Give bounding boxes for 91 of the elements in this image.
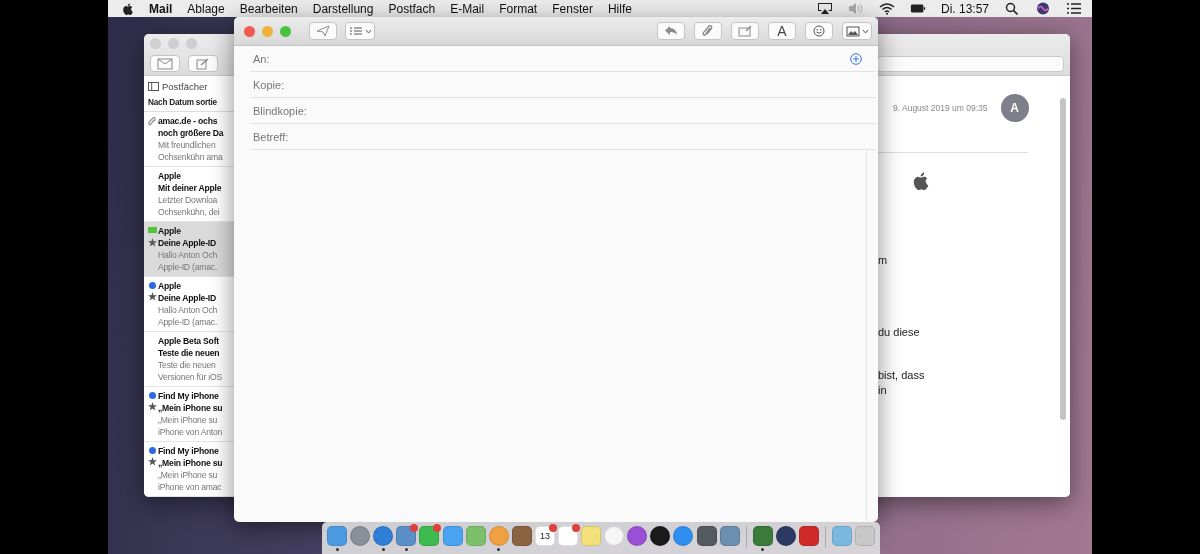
menu-item[interactable]: Ablage (187, 1, 225, 16)
sender-name: Apple (158, 225, 182, 237)
caret-icon (861, 28, 869, 34)
preview-line: Teste die neuen (158, 359, 217, 371)
subject-line: Teste die neuen (158, 347, 221, 359)
markup-button[interactable] (731, 22, 759, 40)
preview-line: „Mein iPhone su (158, 414, 219, 426)
preview-line: Apple-ID (amac. (158, 261, 218, 273)
compose-button[interactable] (188, 55, 218, 72)
menu-item[interactable]: Postfach (388, 1, 436, 16)
preview-line: iPhone von amac (158, 481, 223, 493)
mailboxes-button[interactable]: Postfächer (148, 80, 234, 93)
zoom-button[interactable] (280, 25, 291, 37)
list-icon (348, 25, 363, 37)
get-mail-button[interactable] (150, 55, 180, 72)
preview-line: iPhone von Anton (158, 426, 223, 438)
list-icon[interactable] (1066, 2, 1082, 15)
menu-item[interactable]: E-Mail (450, 1, 485, 16)
field-label: Kopie: (252, 78, 285, 91)
sender-avatar: A (1000, 94, 1029, 122)
app-icon[interactable] (775, 526, 796, 546)
clock[interactable]: Di. 13:57 (940, 1, 989, 16)
sender-name: Find My iPhone (158, 390, 220, 402)
pencil-square-icon (195, 57, 211, 70)
minimize-button[interactable] (262, 25, 273, 37)
preview-line: „Mein iPhone su (158, 469, 219, 481)
sidebar-icon (148, 82, 159, 91)
paper-plane-icon (316, 25, 330, 37)
emoji-button[interactable] (805, 22, 833, 40)
message-date: 9. August 2019 um 09:35 (893, 103, 988, 113)
airplay-icon[interactable] (816, 2, 833, 15)
field-label: An: (252, 52, 270, 65)
sender-name: Apple (158, 170, 182, 182)
send-button[interactable] (309, 22, 337, 40)
volume-icon[interactable] (847, 2, 864, 15)
preview-line: Ochsenkühn, dei (158, 206, 221, 218)
caret-icon (364, 28, 372, 34)
format-menu-button[interactable] (345, 22, 375, 40)
photo-icon (845, 25, 860, 37)
attach-button[interactable] (694, 22, 722, 40)
menu-item[interactable]: Hilfe (607, 1, 632, 16)
scrollbar[interactable] (1060, 98, 1066, 420)
app-icon[interactable] (696, 526, 717, 546)
apple-logo-icon (912, 171, 930, 191)
close-button[interactable] (244, 25, 255, 37)
app-icon[interactable] (650, 526, 671, 546)
subject-line: „Mein iPhone su (158, 402, 223, 414)
apple-logo-icon[interactable] (122, 1, 134, 16)
preview-line: Hallo Anton Och (158, 304, 218, 316)
fonts-button[interactable]: A (768, 22, 796, 40)
preview-line: Ochsenkühn ama (158, 151, 224, 163)
preview-line: Letzter Downloa (158, 194, 219, 206)
menu-item[interactable]: Mail (149, 1, 173, 16)
window-pencil-icon (738, 25, 752, 37)
battery-icon[interactable] (909, 2, 926, 15)
calendar-icon[interactable]: 13 (534, 526, 555, 546)
menu-item[interactable]: Fenster (552, 1, 593, 16)
preview-line: Hallo Anton Och (158, 249, 218, 261)
subject-line: noch größere Da (158, 127, 224, 139)
preview-line: Apple-ID (amac. (158, 316, 218, 328)
photo-browser-button[interactable] (842, 22, 872, 40)
menu-item[interactable]: Darstellung (312, 1, 374, 16)
reply-button[interactable] (657, 22, 685, 40)
search-icon[interactable] (1004, 2, 1020, 15)
subject-line: Deine Apple-ID (158, 292, 217, 304)
subject-line: Deine Apple-ID (158, 237, 217, 249)
sender-name: Find My iPhone (158, 445, 220, 457)
subject-line: Mit deiner Apple (158, 182, 222, 194)
preview-line: Versionen für iOS (158, 371, 222, 383)
message-text: bist, dass (878, 368, 926, 382)
envelope-icon (157, 57, 173, 70)
message-text: in (878, 383, 888, 397)
smiley-icon (812, 25, 826, 37)
preview-line: Mit freundlichen (158, 139, 217, 151)
message-text: m (878, 253, 889, 267)
sender-name: amac.de - ochs (158, 115, 219, 127)
field-label: Betreff: (252, 130, 289, 143)
sender-name: Apple Beta Soft (158, 335, 220, 347)
add-contact-icon[interactable] (850, 52, 862, 65)
menu-item[interactable]: Bearbeiten (239, 1, 298, 16)
siri-icon[interactable] (1035, 2, 1051, 15)
sender-name: Apple (158, 280, 182, 292)
menu-item[interactable]: Format (499, 1, 538, 16)
field-label: Blindkopie: (252, 104, 307, 117)
search-field[interactable] (877, 55, 1064, 72)
paperclip-icon (701, 25, 715, 37)
wifi-icon[interactable] (878, 2, 895, 15)
message-item[interactable]: Apple Deine Apple-ID Hallo Anton Och Apple-ID (amac. (144, 222, 234, 277)
reply-arrow-icon (664, 25, 678, 37)
message-text: du diese (878, 325, 921, 339)
subject-line: „Mein iPhone su (158, 457, 223, 469)
